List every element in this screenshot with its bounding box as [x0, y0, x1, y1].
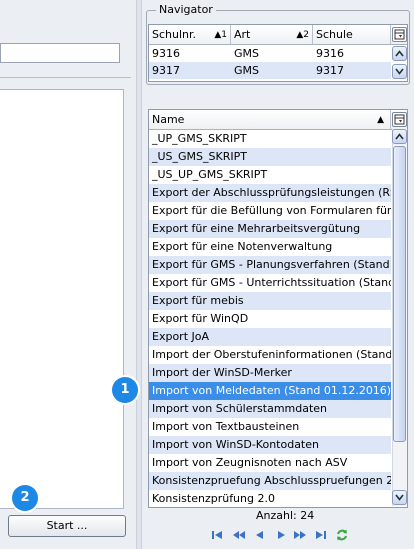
list-item[interactable]: Import von Meldedaten (Stand 01.12.2016) [149, 382, 391, 400]
left-top-input[interactable] [0, 43, 120, 63]
list-item[interactable]: Export für eine Notenverwaltung [149, 238, 391, 256]
column-chooser-icon[interactable] [392, 112, 407, 127]
list-item[interactable]: Export für die Befüllung von Formularen … [149, 202, 391, 220]
left-content-area [0, 89, 124, 509]
column-header-art[interactable]: Art ▲2 [231, 25, 313, 45]
column-header-schule[interactable]: Schule [313, 25, 391, 45]
column-chooser-cell [391, 110, 407, 130]
list-item[interactable]: Export für WinQD [149, 310, 391, 328]
list-item[interactable]: Export JoA [149, 328, 391, 346]
sort-asc-icon: ▲2 [296, 30, 309, 40]
navigator-table: Schulnr. ▲1 Art ▲2 Schule 9316 GMS 9316 … [148, 24, 408, 82]
column-header-label: Name [152, 113, 185, 126]
list-item[interactable]: _US_GMS_SKRIPT [149, 148, 391, 166]
first-icon[interactable] [210, 528, 224, 542]
list-item[interactable]: Import von WinSD-Kontodaten [149, 436, 391, 454]
scroll-down-icon[interactable] [392, 490, 407, 505]
cell-art: GMS [234, 64, 259, 77]
list-item[interactable]: Import von Zeugnisnoten nach ASV [149, 454, 391, 472]
list-item[interactable]: Konsistenzpruefung Abschlusspruefungen 2… [149, 472, 391, 490]
table-row[interactable]: 9316 GMS 9316 [149, 45, 391, 62]
last-icon[interactable] [314, 528, 328, 542]
sort-asc-icon: ▲1 [214, 30, 227, 40]
list-item[interactable]: Export für GMS - Unterrichtssituation (S… [149, 274, 391, 292]
cell-schule: 9316 [316, 47, 344, 60]
cell-schulnr: 9317 [152, 64, 180, 77]
column-chooser-cell [391, 25, 407, 45]
column-header-name[interactable]: Name ▲ [149, 110, 391, 130]
prev-page-icon[interactable] [232, 528, 246, 542]
column-chooser-icon[interactable] [392, 27, 407, 42]
list-item[interactable]: Import der WinSD-Merker [149, 364, 391, 382]
column-header-label: Art [234, 28, 251, 41]
scroll-up-icon[interactable] [392, 46, 407, 61]
list-item[interactable]: Export für mebis [149, 292, 391, 310]
list-item[interactable]: Export der Abschlussprüfungsleistungen (… [149, 184, 391, 202]
scroll-down-icon[interactable] [392, 64, 407, 79]
table-row[interactable]: 9317 GMS 9317 [149, 62, 391, 79]
scroll-up-icon[interactable] [392, 129, 407, 144]
record-count: Anzahl: 24 [256, 509, 315, 522]
list-item[interactable]: Import von Textbausteinen [149, 418, 391, 436]
next-icon[interactable] [274, 528, 288, 542]
list-item[interactable]: _US_UP_GMS_SKRIPT [149, 166, 391, 184]
script-list: Name ▲ _UP_GMS_SKRIPT _US_GMS_SKRIPT _US_U… [148, 109, 408, 508]
list-item[interactable]: Export für eine Mehrarbeitsvergütung [149, 220, 391, 238]
list-item[interactable]: _UP_GMS_SKRIPT [149, 130, 391, 148]
cell-art: GMS [234, 47, 259, 60]
next-page-icon[interactable] [293, 528, 307, 542]
list-item[interactable]: Export für GMS - Planungsverfahren (Stan… [149, 256, 391, 274]
left-divider [0, 77, 131, 78]
column-header-schulnr[interactable]: Schulnr. ▲1 [149, 25, 231, 45]
callout-badge-1: 1 [112, 377, 138, 403]
cell-schule: 9317 [316, 64, 344, 77]
list-item[interactable]: Konsistenzprüfung 2.0 [149, 490, 391, 507]
scrollbar-thumb[interactable] [393, 146, 406, 442]
list-item[interactable]: Import von Schülerstammdaten [149, 400, 391, 418]
cell-schulnr: 9316 [152, 47, 180, 60]
column-header-label: Schulnr. [152, 28, 197, 41]
sort-asc-icon: ▲ [377, 115, 384, 125]
start-button[interactable]: Start ... [8, 515, 126, 537]
column-header-label: Schule [316, 28, 353, 41]
navigator-title: Navigator [156, 3, 216, 16]
callout-badge-2: 2 [12, 485, 38, 511]
refresh-icon[interactable] [335, 528, 349, 542]
list-item[interactable]: Import der Oberstufeninformationen (Stan… [149, 346, 391, 364]
prev-icon[interactable] [253, 528, 267, 542]
